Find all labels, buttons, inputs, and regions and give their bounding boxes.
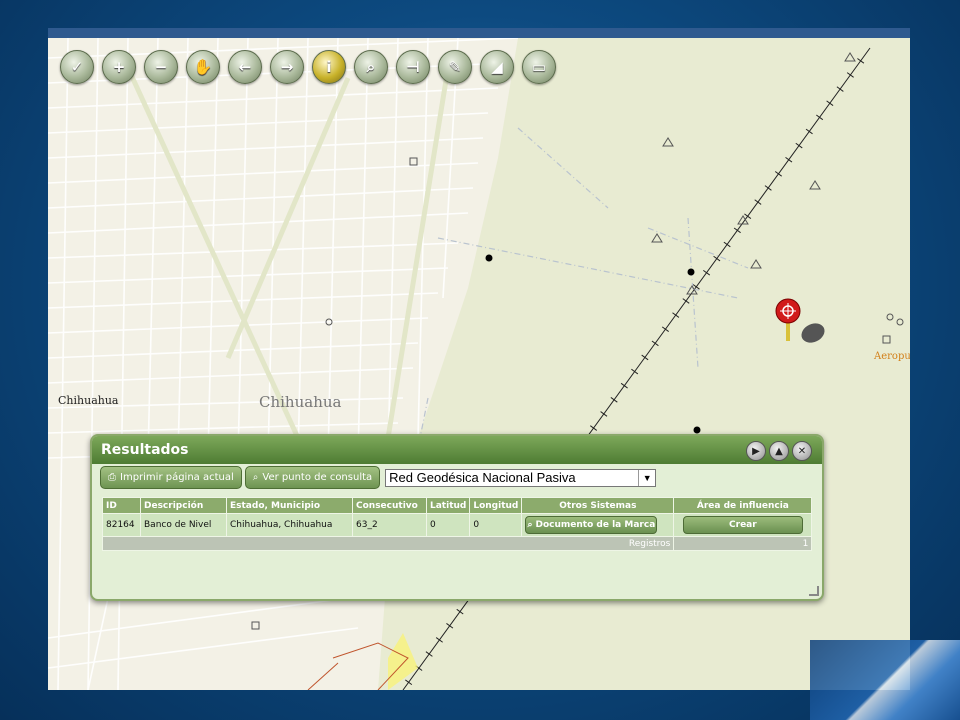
col-header-descripcion[interactable]: Descripción xyxy=(140,497,227,514)
results-header[interactable]: Resultados ▶ ▲ ✕ xyxy=(92,436,822,464)
footer-label: Registros xyxy=(101,536,675,551)
table-row[interactable]: 82164 Banco de Nivel Chihuahua, Chihuahu… xyxy=(102,513,813,537)
results-title: Resultados xyxy=(101,442,189,458)
cell-estado: Chihuahua, Chihuahua xyxy=(226,513,353,537)
cell-id: 82164 xyxy=(102,513,141,537)
pan-hand-icon[interactable]: ✋ xyxy=(186,50,220,84)
binoculars-icon[interactable]: ⌕ xyxy=(354,50,388,84)
zoom-out-icon[interactable]: − xyxy=(144,50,178,84)
cell-latitud: 0 xyxy=(425,513,471,537)
background-decoration xyxy=(810,640,960,720)
measure-icon[interactable]: ⊣ xyxy=(396,50,430,84)
magnifier-icon: ⌕ xyxy=(527,520,533,530)
resize-handle[interactable] xyxy=(809,586,819,596)
col-header-area[interactable]: Área de influencia xyxy=(673,497,813,514)
view-query-point-button[interactable]: ⌕ Ver punto de consulta xyxy=(244,466,381,489)
pushpin-icon[interactable]: ✎ xyxy=(438,50,472,84)
map-toolbar: ✓ + − ✋ ← → i ⌕ ⊣ ✎ ◢ ▭ xyxy=(60,50,556,84)
document-button[interactable]: ⌕ Documento de la Marca xyxy=(525,516,658,534)
col-header-latitud[interactable]: Latitud xyxy=(425,497,471,514)
city-label-small: Chihuahua xyxy=(58,394,119,407)
cell-consecutivo: 63_2 xyxy=(352,513,427,537)
cell-longitud: 0 xyxy=(469,513,523,537)
cell-area: Crear xyxy=(673,513,813,537)
layer-select[interactable]: Red Geodésica Nacional Pasiva ▼ xyxy=(385,468,657,487)
area-icon[interactable]: ◢ xyxy=(480,50,514,84)
print-page-label: Imprimir página actual xyxy=(120,472,234,483)
cell-descripcion: Banco de Nivel xyxy=(140,513,227,537)
document-button-label: Documento de la Marca xyxy=(535,520,656,530)
close-icon[interactable]: ✕ xyxy=(792,441,812,461)
airport-label: Aeropuer xyxy=(874,351,910,362)
col-header-otros[interactable]: Otros Sistemas xyxy=(521,497,675,514)
play-icon[interactable]: ▶ xyxy=(746,441,766,461)
zoom-in-icon[interactable]: + xyxy=(102,50,136,84)
print-icon[interactable]: ▭ xyxy=(522,50,556,84)
print-page-button[interactable]: ⎙ Imprimir página actual xyxy=(100,466,242,489)
cell-otros: ⌕ Documento de la Marca xyxy=(521,513,675,537)
layer-select-value: Red Geodésica Nacional Pasiva xyxy=(389,470,576,485)
back-arrow-icon[interactable]: ← xyxy=(228,50,262,84)
col-header-estado[interactable]: Estado, Municipio xyxy=(226,497,353,514)
col-header-consecutivo[interactable]: Consecutivo xyxy=(352,497,427,514)
check-icon[interactable]: ✓ xyxy=(60,50,94,84)
city-label-large: Chihuahua xyxy=(259,393,342,411)
forward-arrow-icon[interactable]: → xyxy=(270,50,304,84)
info-icon[interactable]: i xyxy=(312,50,346,84)
col-header-longitud[interactable]: Longitud xyxy=(469,497,523,514)
results-table: ID Descripción Estado, Municipio Consecu… xyxy=(101,497,813,551)
create-button[interactable]: Crear xyxy=(682,516,803,534)
printer-icon: ⎙ xyxy=(108,472,116,483)
footer-count: 1 xyxy=(673,536,813,551)
col-header-id[interactable]: ID xyxy=(102,497,141,514)
results-panel: Resultados ▶ ▲ ✕ ⎙ Imprimir página actua… xyxy=(90,434,824,601)
view-query-point-label: Ver punto de consulta xyxy=(262,472,373,483)
footer-row: Registros 1 xyxy=(101,536,813,551)
magnifier-icon: ⌕ xyxy=(252,472,259,483)
query-point-pin-icon[interactable] xyxy=(775,291,831,355)
collapse-up-icon[interactable]: ▲ xyxy=(769,441,789,461)
chevron-down-icon[interactable]: ▼ xyxy=(638,469,655,486)
